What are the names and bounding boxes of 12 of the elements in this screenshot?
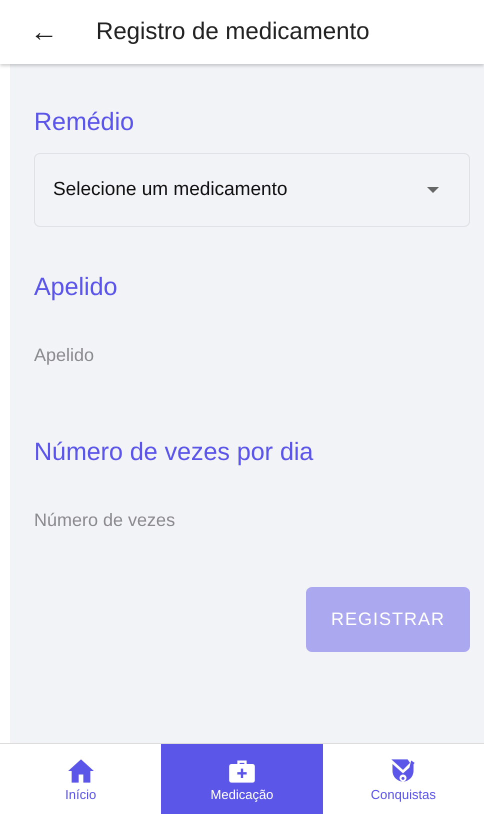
medication-dropdown[interactable]: Selecione um medicamento	[34, 153, 470, 227]
input-field[interactable]: Apelido	[34, 318, 470, 392]
home-icon	[66, 756, 95, 784]
medal-icon	[389, 756, 418, 784]
field-label: Apelido	[34, 273, 118, 302]
page-title: Registro de medicamento	[96, 18, 370, 46]
nav-tab[interactable]: Medicação	[161, 744, 323, 814]
input-field[interactable]: Número de vezes	[34, 483, 470, 557]
field-label: Número de vezes por dia	[34, 438, 314, 467]
back-button[interactable]: ←	[30, 18, 58, 46]
caret-icon	[427, 187, 439, 193]
field-label: Remédio	[34, 108, 136, 137]
